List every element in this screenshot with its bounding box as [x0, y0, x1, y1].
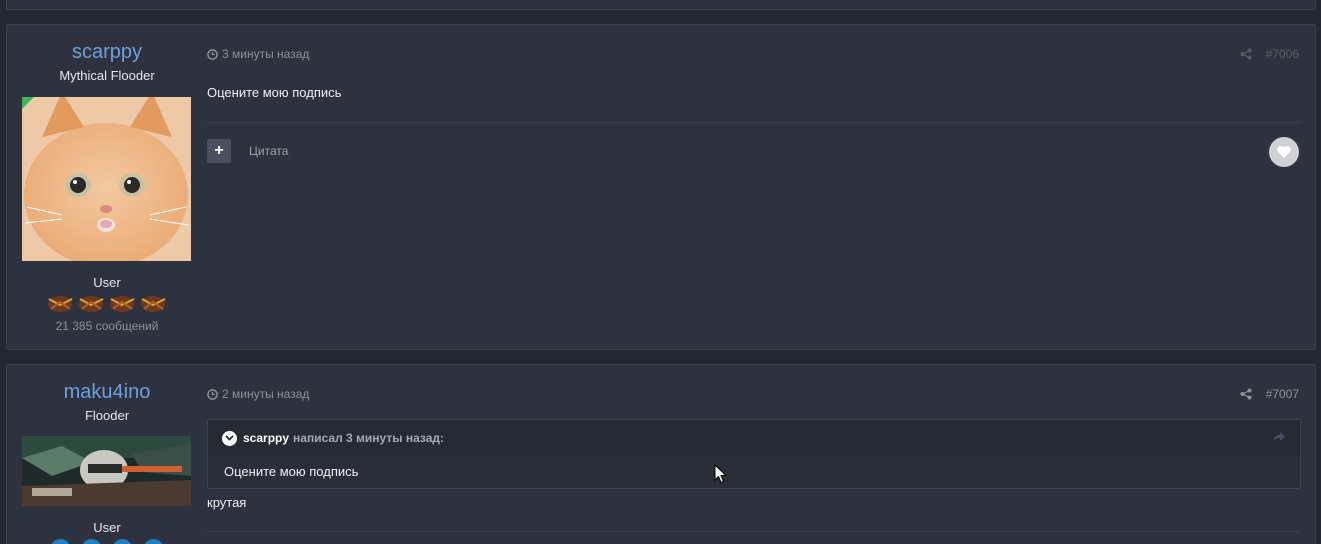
- blue-orb-badge-icon: [144, 539, 163, 544]
- divider: [207, 122, 1301, 123]
- post-actions: #7006: [1240, 47, 1299, 61]
- quote-author-link[interactable]: scarppy: [243, 431, 289, 445]
- author-name-link[interactable]: scarppy: [7, 40, 207, 64]
- hornet-badge-icon: [48, 296, 73, 312]
- hornet-badge-icon: [141, 296, 166, 312]
- chevron-down-icon: [225, 435, 234, 441]
- author-rank: Flooder: [84, 408, 130, 423]
- post-number-link[interactable]: #7007: [1266, 387, 1299, 401]
- heart-icon: [1277, 145, 1291, 158]
- avatar[interactable]: [22, 97, 191, 261]
- post-footer: + Цитата: [207, 137, 1301, 167]
- post-count: 21 385 сообщений: [55, 319, 159, 333]
- hornet-badge-icon: [110, 296, 135, 312]
- blue-orb-badge-icon: [113, 539, 132, 544]
- quote-text: Оцените мою подпись: [224, 464, 359, 479]
- clock-icon: [207, 48, 218, 60]
- divider: [207, 531, 1301, 532]
- post-body: Оцените мою подпись: [207, 85, 342, 100]
- post-timestamp[interactable]: 3 минуты назад: [207, 47, 309, 61]
- racer-avatar-image: [22, 436, 191, 506]
- avatar[interactable]: [22, 436, 191, 506]
- post-number-link[interactable]: #7006: [1266, 47, 1299, 61]
- multiquote-button[interactable]: +: [207, 139, 231, 163]
- post-time: 2 минуты назад: [222, 387, 310, 401]
- mouse-cursor-icon: [714, 464, 727, 484]
- quote-block: scarppy написал 3 минуты назад: Оцените …: [207, 419, 1301, 489]
- blue-orb-badge-icon: [51, 539, 70, 544]
- quote-toggle-button[interactable]: [222, 430, 237, 446]
- post-7006: scarppy Mythical Flooder User 21 385 соо…: [6, 24, 1316, 350]
- author-panel: maku4ino Flooder: [7, 365, 207, 424]
- online-indicator: [22, 97, 34, 109]
- post-timestamp[interactable]: 2 минуты назад: [207, 387, 309, 401]
- share-arrow-icon[interactable]: [1272, 431, 1286, 443]
- post-body: крутая: [207, 495, 247, 510]
- cat-avatar-image: [22, 97, 191, 261]
- post-actions: #7007: [1240, 387, 1299, 401]
- previous-post-bottom: [6, 0, 1316, 10]
- share-icon[interactable]: [1240, 48, 1252, 60]
- quote-header: scarppy написал 3 минуты назад:: [208, 420, 1300, 456]
- post-time: 3 минуты назад: [222, 47, 310, 61]
- like-button[interactable]: [1269, 137, 1299, 167]
- reputation-badges: [45, 291, 169, 315]
- author-panel: scarppy Mythical Flooder: [7, 25, 207, 84]
- post-7007: maku4ino Flooder User 2 минуты назад #70…: [6, 364, 1316, 544]
- author-rank: Mythical Flooder: [59, 68, 155, 83]
- hornet-badge-icon: [79, 296, 104, 312]
- quote-button[interactable]: Цитата: [249, 144, 288, 158]
- author-name-link[interactable]: maku4ino: [7, 380, 207, 404]
- blue-orb-badge-icon: [82, 539, 101, 544]
- user-group: User: [93, 275, 121, 290]
- reputation-badges: [45, 537, 169, 544]
- quote-meta: написал 3 минуты назад:: [293, 431, 444, 445]
- clock-icon: [207, 388, 218, 400]
- user-group: User: [93, 520, 121, 535]
- share-icon[interactable]: [1240, 388, 1252, 400]
